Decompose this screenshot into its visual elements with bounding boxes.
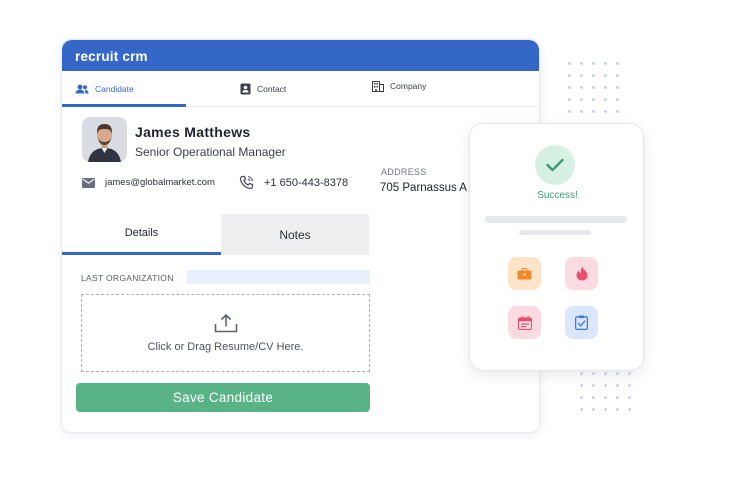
tab-notes[interactable]: Notes (221, 214, 369, 255)
phone-row: +1 650-443-8378 (239, 175, 348, 190)
tab-candidate[interactable]: Candidate (75, 71, 134, 107)
flame-icon (576, 266, 587, 281)
candidate-email[interactable]: james@globalmarket.com (105, 177, 215, 188)
success-badge (535, 145, 575, 185)
building-icon (372, 80, 384, 92)
calendar-icon (517, 315, 532, 330)
last-organization-input[interactable] (187, 270, 370, 284)
mail-icon (82, 177, 95, 188)
success-panel: Success! (469, 123, 644, 371)
briefcase-icon (517, 267, 532, 279)
tab-contact[interactable]: Contact (240, 71, 286, 107)
briefcase-tile[interactable] (508, 257, 541, 290)
decorative-dots (580, 372, 631, 411)
clipboard-tile[interactable] (565, 306, 598, 339)
tab-label: Candidate (95, 84, 134, 94)
flame-tile[interactable] (565, 257, 598, 290)
placeholder-line (519, 230, 591, 235)
success-text: Success! (537, 190, 578, 201)
candidate-name: James Matthews (135, 124, 251, 140)
placeholder-line (485, 216, 627, 223)
tab-label: Contact (257, 84, 287, 94)
calendar-tile[interactable] (508, 306, 541, 339)
clipboard-check-icon (575, 315, 588, 330)
entity-tabs: Candidate Contact Company (62, 68, 539, 107)
avatar (82, 117, 127, 162)
email-row: james@globalmarket.com (82, 177, 215, 188)
check-icon (546, 158, 564, 172)
users-icon (75, 84, 89, 94)
candidate-phone[interactable]: +1 650-443-8378 (264, 177, 348, 189)
decorative-dots (568, 62, 619, 113)
dropzone-text: Click or Drag Resume/CV Here. (147, 341, 304, 353)
address-value: 705 Parnassus A (380, 182, 467, 194)
candidate-role: Senior Operational Manager (135, 145, 286, 159)
tab-label: Company (390, 81, 427, 91)
tab-details[interactable]: Details (62, 214, 221, 255)
phone-icon (239, 175, 254, 190)
address-label: ADDRESS (381, 167, 427, 177)
upload-icon (214, 313, 237, 333)
save-candidate-button[interactable]: Save Candidate (76, 383, 370, 412)
app-title: recruit crm (62, 40, 539, 71)
last-organization-label: LAST ORGANIZATION (81, 273, 174, 283)
active-tab-indicator (62, 104, 186, 107)
tab-company[interactable]: Company (372, 68, 426, 104)
contact-card-icon (240, 83, 251, 95)
detail-tabs: Details Notes (62, 214, 369, 255)
resume-dropzone[interactable]: Click or Drag Resume/CV Here. (81, 294, 370, 372)
